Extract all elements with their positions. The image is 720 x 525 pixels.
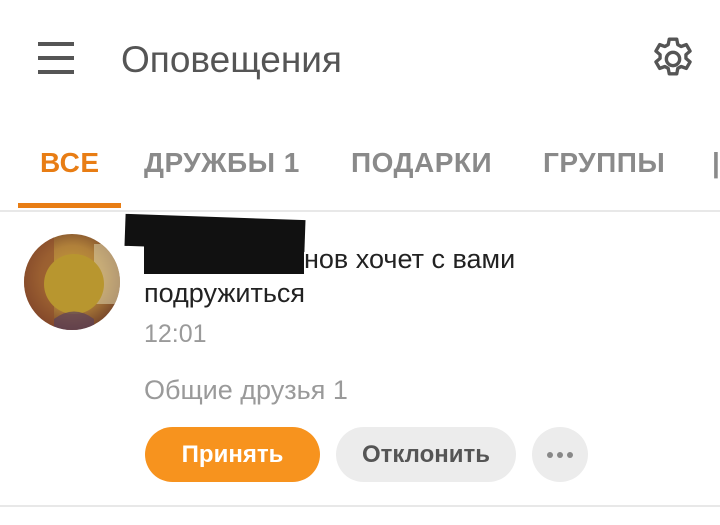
tab-groups[interactable]: ГРУППЫ bbox=[543, 146, 665, 180]
card-divider bbox=[0, 505, 720, 507]
accept-button[interactable]: Принять bbox=[145, 427, 320, 482]
settings-button[interactable] bbox=[648, 34, 698, 84]
decline-button[interactable]: Отклонить bbox=[336, 427, 516, 482]
tab-all[interactable]: ВСЕ bbox=[40, 146, 100, 180]
tab-gifts[interactable]: ПОДАРКИ bbox=[351, 146, 492, 180]
notification-time: 12:01 bbox=[144, 320, 207, 348]
hamburger-menu-icon bbox=[38, 42, 74, 74]
tab-bar: ВСЕ ДРУЖБЫ 1 ПОДАРКИ ГРУППЫ | bbox=[0, 122, 720, 210]
avatar[interactable] bbox=[24, 234, 120, 330]
avatar-image bbox=[24, 234, 120, 330]
gear-icon bbox=[654, 37, 692, 76]
more-dots-icon bbox=[547, 451, 573, 458]
tab-friendships[interactable]: ДРУЖБЫ 1 bbox=[144, 146, 300, 180]
redacted-name bbox=[144, 244, 304, 274]
more-options-button[interactable] bbox=[532, 427, 588, 482]
active-tab-indicator bbox=[18, 203, 121, 208]
mutual-friends-link[interactable]: Общие друзья 1 bbox=[144, 375, 348, 406]
menu-button[interactable] bbox=[30, 36, 82, 84]
app-bar: Оповещения bbox=[0, 0, 720, 118]
friend-request-notification: нов хочет с вами подружиться 12:01 Общие… bbox=[0, 212, 720, 505]
notification-text[interactable]: нов хочет с вами подружиться bbox=[144, 242, 574, 310]
tab-next-partial[interactable]: | bbox=[712, 146, 720, 180]
page-title: Оповещения bbox=[121, 39, 342, 80]
